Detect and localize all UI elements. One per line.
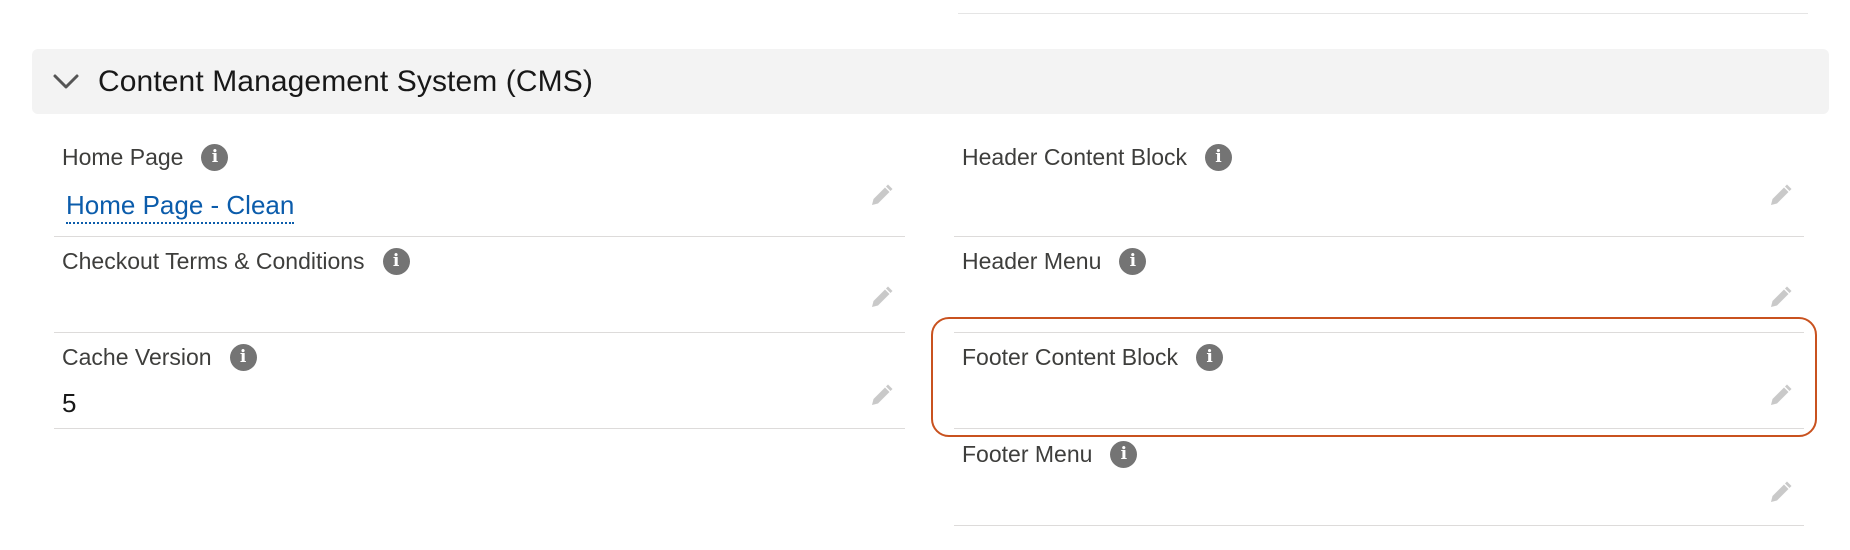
pencil-icon[interactable] xyxy=(1766,284,1794,312)
field-cache-version: Cache Version i 5 xyxy=(54,342,905,429)
cache-version-value: 5 xyxy=(62,388,77,418)
field-label: Header Menu xyxy=(962,247,1102,274)
field-checkout-terms: Checkout Terms & Conditions i xyxy=(54,246,905,333)
info-icon[interactable]: i xyxy=(382,247,410,275)
field-label: Cache Version xyxy=(62,343,212,370)
field-label: Checkout Terms & Conditions xyxy=(62,247,365,274)
divider xyxy=(958,13,1808,14)
record-detail-page: Content Management System (CMS) Home Pag… xyxy=(0,0,1850,550)
info-icon[interactable]: i xyxy=(1119,247,1147,275)
chevron-down-icon[interactable] xyxy=(50,66,82,98)
info-icon[interactable]: i xyxy=(1205,143,1233,171)
field-header-content-block: Header Content Block i xyxy=(954,142,1804,237)
home-page-link[interactable]: Home Page - Clean xyxy=(66,190,295,224)
pencil-icon[interactable] xyxy=(867,382,895,410)
field-label: Home Page xyxy=(62,143,184,170)
info-icon[interactable]: i xyxy=(1196,343,1224,371)
pencil-icon[interactable] xyxy=(1766,479,1794,507)
field-label: Header Content Block xyxy=(962,143,1188,170)
field-footer-menu: Footer Menu i xyxy=(954,439,1804,526)
info-icon[interactable]: i xyxy=(1110,440,1138,468)
section-title: Content Management System (CMS) xyxy=(98,64,593,98)
section-header-cms[interactable]: Content Management System (CMS) xyxy=(32,49,1829,114)
field-label: Footer Content Block xyxy=(962,343,1179,370)
field-header-menu: Header Menu i xyxy=(954,246,1804,333)
field-footer-content-block: Footer Content Block i xyxy=(954,342,1804,429)
pencil-icon[interactable] xyxy=(867,182,895,210)
field-label: Footer Menu xyxy=(962,440,1093,467)
pencil-icon[interactable] xyxy=(867,284,895,312)
pencil-icon[interactable] xyxy=(1766,382,1794,410)
info-icon[interactable]: i xyxy=(201,143,229,171)
field-home-page: Home Page i Home Page - Clean xyxy=(54,142,905,237)
info-icon[interactable]: i xyxy=(229,343,257,371)
pencil-icon[interactable] xyxy=(1766,182,1794,210)
